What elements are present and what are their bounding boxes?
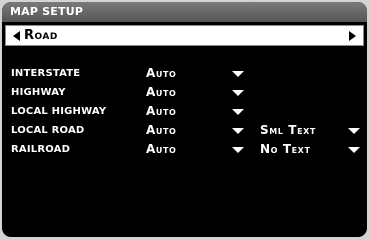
dropdown-arrow-icon[interactable] [232, 128, 244, 134]
setting-row-local-road: LOCAL ROAD Auto Sml Text [2, 122, 367, 140]
range-value-dropdown[interactable]: Auto [146, 66, 176, 80]
dropdown-arrow-icon[interactable] [232, 109, 244, 115]
setting-label: LOCAL HIGHWAY [11, 106, 107, 117]
text-size-dropdown[interactable]: No Text [260, 142, 311, 156]
range-value-dropdown[interactable]: Auto [146, 123, 176, 137]
title-bar: MAP SETUP [2, 2, 367, 22]
range-value-dropdown[interactable]: Auto [146, 142, 176, 156]
dropdown-arrow-icon[interactable] [232, 71, 244, 77]
setting-row-interstate: INTERSTATE Auto [2, 65, 367, 83]
setting-label: LOCAL ROAD [11, 125, 85, 136]
map-setup-window: MAP SETUP Road INTERSTATE Auto HIGHWAY A… [2, 2, 367, 237]
window-title: MAP SETUP [10, 5, 84, 18]
category-selector[interactable]: Road [5, 25, 364, 46]
setting-label: INTERSTATE [11, 68, 81, 79]
triangle-right-icon[interactable] [349, 31, 356, 41]
range-value-dropdown[interactable]: Auto [146, 104, 176, 118]
setting-label: RAILROAD [11, 144, 71, 155]
category-selector-value: Road [24, 28, 58, 43]
display-bezel: MAP SETUP Road INTERSTATE Auto HIGHWAY A… [0, 0, 370, 240]
setting-row-highway: HIGHWAY Auto [2, 84, 367, 102]
dropdown-arrow-icon[interactable] [348, 147, 360, 153]
triangle-left-icon[interactable] [13, 31, 20, 41]
text-size-dropdown[interactable]: Sml Text [260, 123, 316, 137]
range-value-dropdown[interactable]: Auto [146, 85, 176, 99]
setting-row-local-highway: LOCAL HIGHWAY Auto [2, 103, 367, 121]
setting-row-railroad: RAILROAD Auto No Text [2, 141, 367, 159]
setting-label: HIGHWAY [11, 87, 66, 98]
dropdown-arrow-icon[interactable] [232, 90, 244, 96]
dropdown-arrow-icon[interactable] [348, 128, 360, 134]
dropdown-arrow-icon[interactable] [232, 147, 244, 153]
